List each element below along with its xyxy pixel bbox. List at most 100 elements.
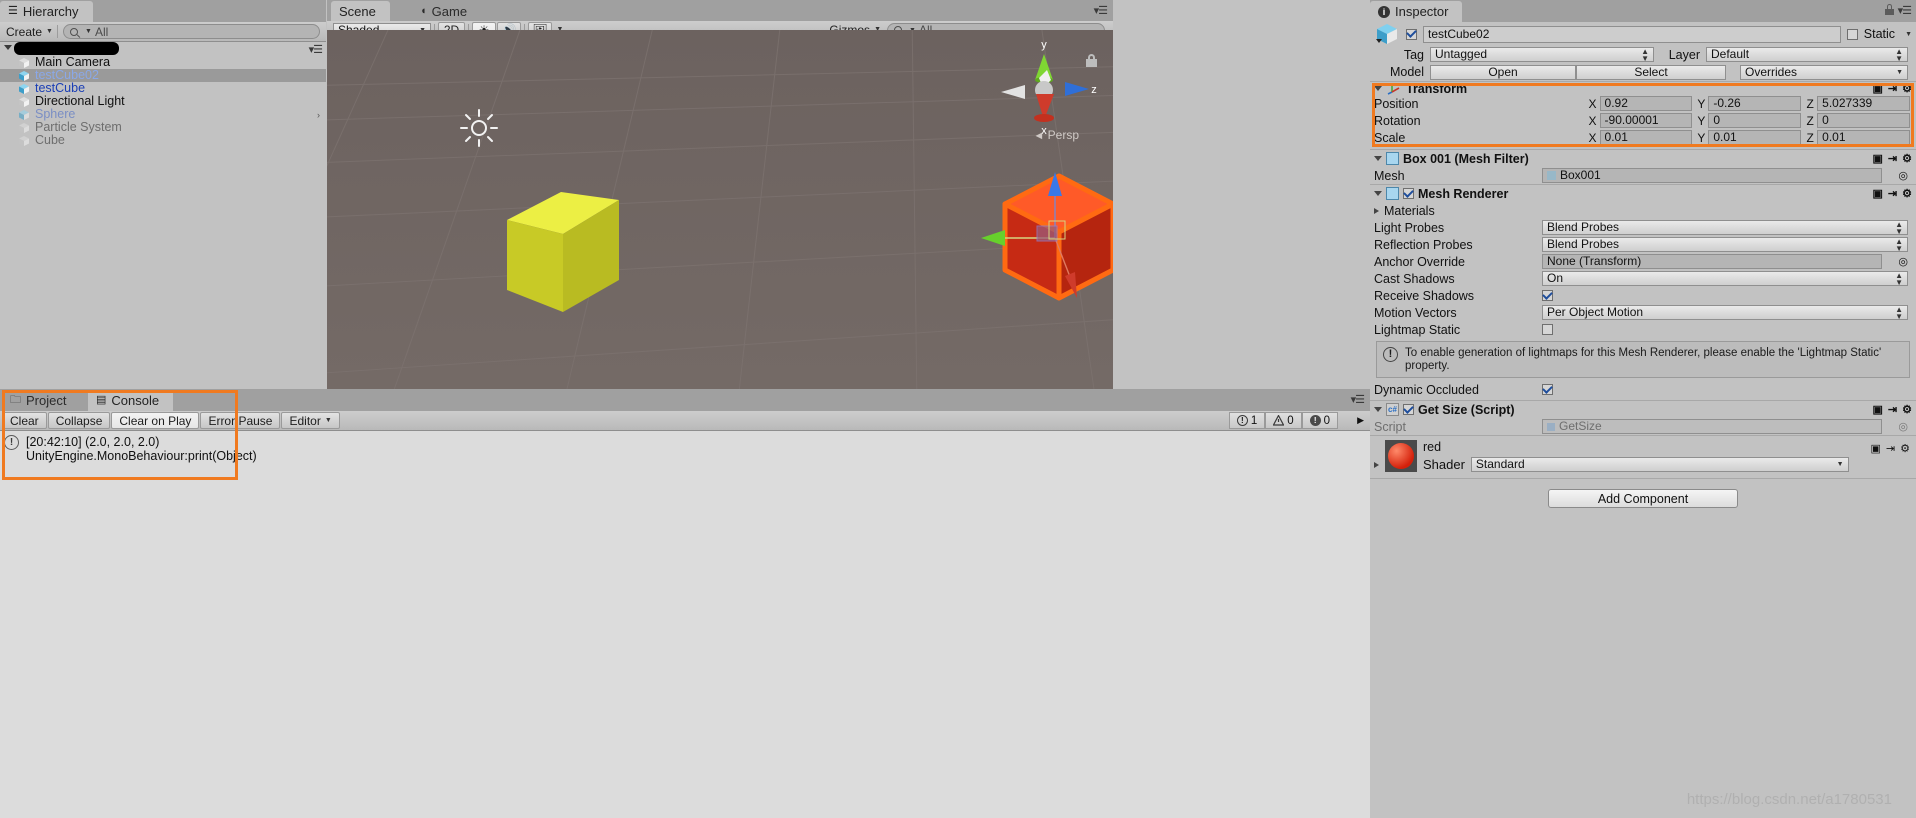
tag-dropdown[interactable]: Untagged ▲ ▼ — [1430, 47, 1654, 62]
transform-scale-y-field[interactable]: 0.01 — [1708, 130, 1802, 145]
yellow-cube-object[interactable] — [499, 162, 629, 317]
directional-light-gizmo-icon[interactable] — [458, 107, 500, 149]
transform-scale-x-field[interactable]: 0.01 — [1599, 130, 1693, 145]
hierarchy-item-cube[interactable]: Cube — [0, 134, 326, 147]
console-counter-warning[interactable]: 0 — [1265, 412, 1302, 429]
preset-icon[interactable]: ⇥ — [1888, 152, 1897, 165]
help-icon[interactable]: ▣ — [1871, 442, 1881, 455]
hierarchy-options-icon[interactable]: ▾☰ — [309, 43, 323, 56]
mesh-renderer-header[interactable]: Mesh Renderer ▣ ⇥ ⚙ — [1370, 184, 1916, 202]
dynamic-occluded-checkbox[interactable] — [1542, 384, 1553, 395]
tab-console[interactable]: ▤ Console — [88, 390, 174, 411]
transform-position-x-field[interactable]: 0.92 — [1599, 96, 1693, 111]
console-options-icon[interactable]: ▾☰ — [1351, 393, 1365, 406]
transform-scale-z-field[interactable]: 0.01 — [1817, 130, 1910, 145]
console-button-label: Error Pause — [208, 413, 273, 428]
console-clear-on-play-button[interactable]: Clear on Play — [111, 412, 200, 429]
create-button[interactable]: Create ▼ — [2, 23, 54, 40]
foldout-icon[interactable] — [1374, 207, 1379, 214]
object-enabled-checkbox[interactable] — [1406, 28, 1417, 40]
hierarchy-search-input[interactable]: ▼ All — [63, 24, 320, 39]
gear-icon[interactable]: ⚙ — [1902, 187, 1912, 200]
gear-icon[interactable]: ⚙ — [1900, 442, 1910, 455]
transform-position-z-field[interactable]: 5.027339 — [1817, 96, 1910, 111]
mesh-renderer-enabled-checkbox[interactable] — [1403, 188, 1414, 199]
foldout-icon[interactable] — [1374, 407, 1382, 412]
model-overrides-dropdown[interactable]: Overrides ▼ — [1740, 64, 1908, 80]
preset-icon[interactable]: ⇥ — [1888, 82, 1897, 95]
preset-icon[interactable]: ⇥ — [1886, 442, 1895, 455]
scene-view-axis-gizmo[interactable]: y z x — [989, 32, 1099, 142]
move-gizmo[interactable] — [939, 166, 1113, 316]
cast-shadows-dropdown[interactable]: On ▲ ▼ — [1542, 271, 1908, 286]
foldout-icon[interactable] — [1374, 462, 1379, 468]
tab-project[interactable]: 🗀 Project — [2, 390, 80, 411]
scene-options-icon[interactable]: ▾☰ — [1094, 4, 1108, 17]
materials-foldout-row[interactable]: Materials — [1370, 202, 1916, 219]
layer-dropdown[interactable]: Default ▲ ▼ — [1706, 47, 1908, 62]
console-error-pause-button[interactable]: Error Pause — [200, 412, 281, 429]
material-preview[interactable] — [1385, 440, 1417, 472]
prefab-icon — [19, 83, 29, 94]
mesh-filter-header[interactable]: Box 001 (Mesh Filter) ▣ ⇥ ⚙ — [1370, 149, 1916, 167]
help-icon[interactable]: ▣ — [1873, 82, 1883, 95]
reflection-probes-dropdown[interactable]: Blend Probes ▲ ▼ — [1542, 237, 1908, 252]
anchor-override-field[interactable]: None (Transform) — [1542, 254, 1883, 269]
model-open-button[interactable]: Open — [1430, 64, 1576, 80]
get-size-enabled-checkbox[interactable] — [1403, 404, 1414, 415]
console-counter-error[interactable]: ! 0 — [1301, 412, 1339, 429]
axis-label-y: Y — [1697, 96, 1706, 111]
chevron-right-icon[interactable]: › — [317, 110, 326, 120]
projection-mode-label[interactable]: ◄ Persp — [1033, 128, 1079, 142]
gear-icon[interactable]: ⚙ — [1902, 82, 1912, 95]
transform-position-y-field[interactable]: -0.26 — [1708, 96, 1802, 111]
hierarchy-search-text: All — [94, 24, 109, 39]
lock-icon[interactable] — [1086, 54, 1097, 67]
hierarchy-icon: ☰ — [8, 5, 18, 17]
scene-root-row[interactable]: ▾☰ — [0, 42, 326, 56]
console-counter-info[interactable]: ! 1 — [1228, 412, 1266, 429]
receive-shadows-checkbox[interactable] — [1542, 290, 1553, 301]
object-name-field[interactable]: testCube02 — [1423, 25, 1841, 43]
console-editor-button[interactable]: Editor ▼ — [281, 412, 340, 429]
tab-inspector[interactable]: i Inspector — [1370, 1, 1463, 22]
console-clear-button[interactable]: Clear — [2, 412, 47, 429]
add-component-button[interactable]: Add Component — [1548, 489, 1738, 508]
mesh-object-field[interactable]: Box001 — [1542, 168, 1883, 183]
get-size-header[interactable]: c# Get Size (Script) ▣ ⇥ ⚙ — [1370, 400, 1916, 418]
scene-viewport[interactable]: y z x ◄ Persp — [327, 30, 1113, 389]
static-checkbox[interactable] — [1846, 28, 1858, 40]
foldout-icon[interactable] — [1374, 191, 1382, 196]
gear-icon[interactable]: ⚙ — [1902, 152, 1912, 165]
chevron-down-icon[interactable]: ▼ — [1905, 31, 1912, 38]
help-icon[interactable]: ▣ — [1873, 187, 1883, 200]
transform-header[interactable]: Transform ▣ ⇥ ⚙ — [1370, 81, 1916, 96]
transform-rotation-x-field[interactable]: -90.00001 — [1599, 113, 1693, 128]
help-icon[interactable]: ▣ — [1873, 152, 1883, 165]
shader-dropdown[interactable]: Standard ▼ — [1470, 457, 1849, 472]
console-log-entry[interactable]: ! [20:42:10] (2.0, 2.0, 2.0) UnityEngine.M… — [0, 431, 1370, 463]
tab-hierarchy[interactable]: ☰ Hierarchy — [0, 1, 93, 22]
tab-game[interactable]: ◖ Game — [412, 1, 481, 22]
transform-rotation-y-field[interactable]: 0 — [1708, 113, 1802, 128]
gear-icon[interactable]: ⚙ — [1902, 403, 1912, 416]
lock-icon[interactable] — [1885, 4, 1894, 15]
object-picker-icon[interactable]: ◎ — [1898, 169, 1908, 182]
object-picker-icon[interactable]: ◎ — [1898, 255, 1908, 268]
preset-icon[interactable]: ⇥ — [1888, 187, 1897, 200]
transform-rotation-z-field[interactable]: 0 — [1817, 113, 1910, 128]
preset-icon[interactable]: ⇥ — [1888, 403, 1897, 416]
console-scroll-arrow[interactable]: ▶ — [1357, 415, 1368, 426]
light-probes-dropdown[interactable]: Blend Probes ▲ ▼ — [1542, 220, 1908, 235]
tab-scene[interactable]: Scene — [331, 1, 390, 22]
inspector-options-icon[interactable]: ▾☰ — [1898, 4, 1912, 17]
console-collapse-button[interactable]: Collapse — [47, 412, 111, 429]
model-select-button[interactable]: Select — [1576, 64, 1726, 80]
foldout-icon[interactable] — [1374, 156, 1382, 161]
foldout-icon[interactable] — [1374, 86, 1382, 91]
model-overrides-label: Overrides — [1745, 64, 1798, 79]
lightmap-static-checkbox[interactable] — [1542, 324, 1553, 335]
motion-vectors-dropdown[interactable]: Per Object Motion ▲ ▼ — [1542, 305, 1908, 320]
game-icon: ◖ — [420, 5, 427, 17]
help-icon[interactable]: ▣ — [1873, 403, 1883, 416]
